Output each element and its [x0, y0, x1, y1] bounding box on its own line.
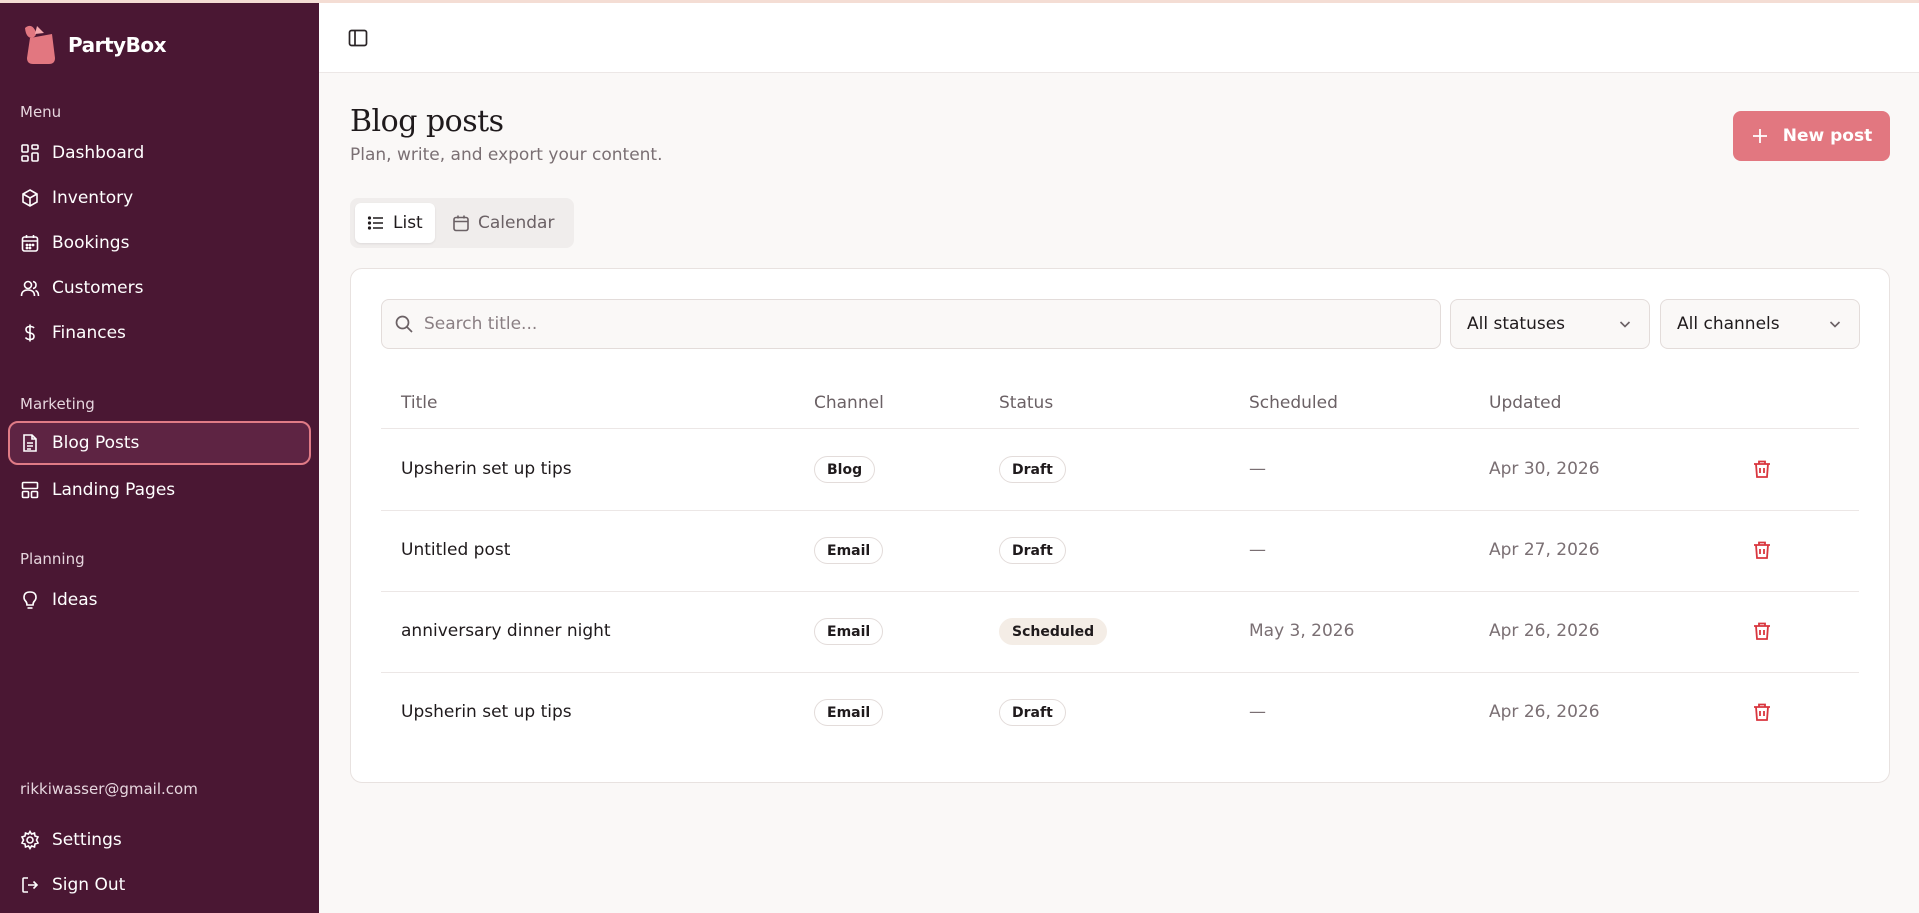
calendar-icon [21, 235, 39, 252]
new-post-button[interactable]: New post [1733, 111, 1890, 161]
sidebar-item-label: Dashboard [52, 143, 145, 163]
sidebar-item-label: Sign Out [52, 875, 126, 895]
table-row[interactable]: Untitled post Email Draft — Apr 27, 2026 [381, 511, 1859, 592]
search-box[interactable] [381, 299, 1441, 349]
sidebar-item-label: Customers [52, 278, 144, 298]
status-badge: Draft [999, 456, 1066, 483]
page-title: Blog posts [350, 104, 504, 139]
plus-icon [1752, 129, 1767, 143]
app-name: PartyBox [68, 33, 166, 57]
sidebar-item-label: Bookings [52, 233, 130, 253]
table-header: Title Channel Status Scheduled Updated [381, 379, 1859, 429]
marketing-section-label: Marketing [20, 395, 95, 413]
sidebar-item-label: Finances [52, 323, 126, 343]
chevron-down-icon [1619, 321, 1631, 328]
list-icon [367, 216, 383, 230]
search-input[interactable] [424, 314, 1424, 334]
post-title[interactable]: Upsherin set up tips [401, 459, 572, 479]
dashboard-icon [21, 144, 39, 162]
updated-date: Apr 30, 2026 [1489, 459, 1600, 479]
sidebar-item-blog-posts[interactable]: Blog Posts [8, 421, 311, 465]
menu-section-label: Menu [20, 103, 62, 121]
gear-icon [20, 830, 40, 850]
chevron-down-icon [1829, 321, 1841, 328]
sidebar-item-label: Ideas [52, 590, 98, 610]
post-title[interactable]: Upsherin set up tips [401, 702, 572, 722]
sign-out-icon [22, 877, 39, 893]
updated-date: Apr 27, 2026 [1489, 540, 1600, 560]
status-filter-select[interactable]: All statuses [1450, 299, 1650, 349]
column-header-updated: Updated [1489, 393, 1562, 413]
scheduled-date: — [1249, 702, 1266, 722]
channel-badge: Email [814, 537, 884, 564]
top-bar [319, 3, 1919, 73]
users-icon [20, 280, 40, 297]
new-post-label: New post [1782, 126, 1873, 146]
sidebar-item-sign-out[interactable]: Sign Out [8, 863, 311, 907]
package-icon [22, 189, 38, 207]
sidebar-item-label: Settings [52, 830, 122, 850]
table-row[interactable]: anniversary dinner night Email Scheduled… [381, 592, 1859, 673]
table-row[interactable]: Upsherin set up tips Email Draft — Apr 2… [381, 673, 1859, 754]
sidebar-item-label: Blog Posts [52, 433, 140, 453]
trash-icon[interactable] [1751, 458, 1773, 480]
sidebar-item-bookings[interactable]: Bookings [8, 221, 311, 265]
search-icon [395, 315, 413, 333]
status-filter-value: All statuses [1467, 314, 1566, 334]
trash-icon[interactable] [1751, 539, 1773, 561]
dollar-icon [24, 324, 35, 342]
sidebar-item-customers[interactable]: Customers [8, 266, 311, 310]
sidebar-item-ideas[interactable]: Ideas [8, 578, 311, 622]
post-title[interactable]: anniversary dinner night [401, 621, 611, 641]
sidebar-toggle-icon[interactable] [347, 27, 369, 49]
trash-icon[interactable] [1751, 620, 1773, 642]
view-toggle: List Calendar [350, 198, 574, 248]
sidebar-item-settings[interactable]: Settings [8, 818, 311, 862]
planning-section-label: Planning [20, 550, 85, 568]
tab-list-label: List [393, 213, 423, 233]
post-title[interactable]: Untitled post [401, 540, 510, 560]
status-badge: Scheduled [999, 618, 1108, 645]
trash-icon[interactable] [1751, 701, 1773, 723]
scheduled-date: — [1249, 540, 1266, 560]
sidebar-item-finances[interactable]: Finances [8, 311, 311, 355]
sidebar-item-dashboard[interactable]: Dashboard [8, 131, 311, 175]
channel-filter-value: All channels [1677, 314, 1780, 334]
channel-badge: Blog [814, 456, 876, 483]
tab-calendar-label: Calendar [478, 213, 555, 233]
sidebar-item-label: Inventory [52, 188, 134, 208]
layout-icon [21, 481, 39, 499]
sidebar-item-inventory[interactable]: Inventory [8, 176, 311, 220]
page-subtitle: Plan, write, and export your content. [350, 145, 663, 165]
table-row[interactable]: Upsherin set up tips Blog Draft — Apr 30… [381, 430, 1859, 511]
posts-card: All statuses All channels Title Channel … [350, 268, 1890, 783]
lightbulb-icon [23, 591, 37, 609]
updated-date: Apr 26, 2026 [1489, 621, 1600, 641]
scheduled-date: May 3, 2026 [1249, 621, 1355, 641]
updated-date: Apr 26, 2026 [1489, 702, 1600, 722]
column-header-scheduled: Scheduled [1249, 393, 1338, 413]
status-badge: Draft [999, 699, 1066, 726]
column-header-title: Title [401, 393, 438, 413]
tab-calendar[interactable]: Calendar [440, 203, 566, 243]
status-badge: Draft [999, 537, 1066, 564]
sidebar: PartyBox Menu Dashboard Inventory Bookin… [0, 3, 319, 913]
partybox-logo-icon [25, 25, 55, 64]
sidebar-item-landing-pages[interactable]: Landing Pages [8, 468, 311, 512]
scheduled-date: — [1249, 459, 1266, 479]
user-email: rikkiwasser@gmail.com [20, 780, 198, 798]
brand[interactable]: PartyBox [22, 23, 166, 67]
file-text-icon [23, 434, 37, 452]
calendar-icon [453, 215, 469, 232]
tab-list[interactable]: List [355, 203, 435, 243]
sidebar-item-label: Landing Pages [52, 480, 176, 500]
channel-badge: Email [814, 699, 884, 726]
channel-badge: Email [814, 618, 884, 645]
column-header-status: Status [999, 393, 1054, 413]
channel-filter-select[interactable]: All channels [1660, 299, 1860, 349]
column-header-channel: Channel [814, 393, 884, 413]
